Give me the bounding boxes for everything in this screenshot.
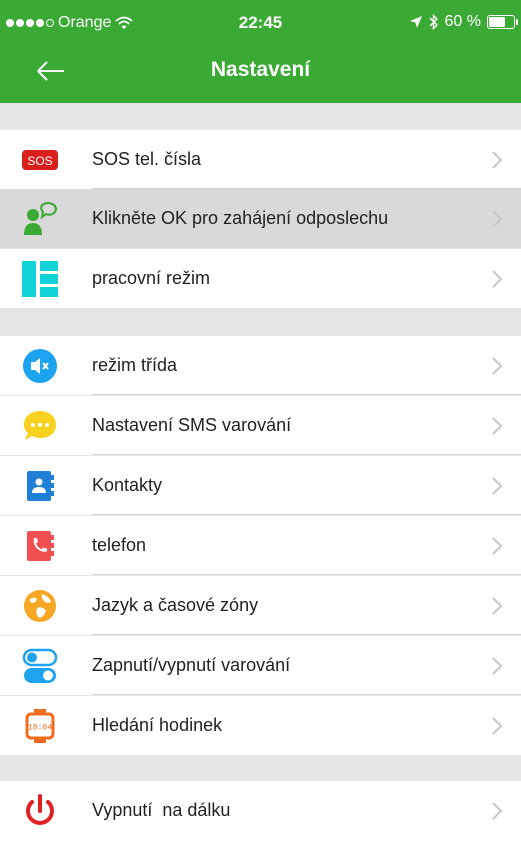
settings-item-phone[interactable]: telefon	[0, 516, 521, 575]
chevron-right-icon	[492, 151, 503, 169]
item-label: Hledání hodinek	[92, 715, 223, 735]
bluetooth-icon	[429, 14, 438, 30]
settings-item-language-timezone[interactable]: Jazyk a časové zóny	[0, 576, 521, 635]
phone-book-icon	[27, 531, 54, 561]
settings-item-remote-shutdown[interactable]: Vypnutí na dálku	[0, 781, 521, 841]
settings-item-work-mode[interactable]: pracovní režim	[0, 249, 521, 308]
watch-icon: 18:04	[25, 709, 55, 743]
battery-percent: 60 %	[444, 13, 481, 30]
item-label: Klikněte OK pro zahájení odposlechu	[92, 208, 389, 228]
item-label: telefon	[92, 535, 147, 555]
svg-text:18:04: 18:04	[28, 724, 52, 733]
status-bar: Orange 22:45 60 %	[0, 0, 521, 40]
status-right: 60 %	[409, 13, 518, 31]
item-label: Kontakty	[92, 475, 163, 495]
power-icon	[26, 794, 54, 825]
svg-text:SOS: SOS	[27, 154, 52, 168]
item-label: Vypnutí na dálku	[92, 800, 231, 820]
work-mode-icon	[22, 261, 58, 297]
settings-item-sos-numbers[interactable]: SOS SOS tel. čísla	[0, 130, 521, 189]
location-arrow-icon	[409, 16, 422, 28]
chevron-right-icon	[492, 357, 503, 375]
listen-person-icon	[24, 202, 57, 235]
item-label: pracovní režim	[92, 268, 211, 288]
toggle-switch-icon	[22, 648, 58, 683]
battery-icon	[487, 15, 518, 29]
sms-bubble-icon	[24, 411, 56, 440]
chevron-right-icon	[492, 270, 503, 288]
chevron-right-icon	[492, 657, 503, 675]
app-header: Orange 22:45 60 % Nastavení	[0, 0, 521, 103]
chevron-right-icon	[492, 417, 503, 435]
settings-item-class-mode[interactable]: režim třída	[0, 336, 521, 395]
chevron-right-icon	[492, 802, 503, 820]
settings-item-contacts[interactable]: Kontakty	[0, 456, 521, 515]
item-label: SOS tel. čísla	[92, 149, 202, 169]
page-title: Nastavení	[210, 58, 311, 81]
item-label: Nastavení SMS varování	[92, 415, 292, 435]
item-label: Jazyk a časové zóny	[92, 595, 259, 615]
item-label: Zapnutí/vypnutí varování	[92, 655, 291, 675]
globe-icon	[24, 590, 56, 622]
chevron-right-icon	[492, 210, 503, 228]
settings-item-remote-listen[interactable]: Klikněte OK pro zahájení odposlechu	[0, 189, 521, 248]
settings-item-alert-toggle[interactable]: Zapnutí/vypnutí varování	[0, 636, 521, 695]
contacts-book-icon	[27, 471, 54, 501]
item-label: režim třída	[92, 355, 178, 375]
settings-item-find-watch[interactable]: 18:04 Hledání hodinek	[0, 696, 521, 755]
chevron-right-icon	[492, 537, 503, 555]
mute-speaker-icon	[23, 349, 57, 383]
chevron-right-icon	[492, 717, 503, 735]
sos-badge-icon: SOS	[22, 150, 58, 170]
chevron-right-icon	[492, 477, 503, 495]
settings-item-sms-alerts[interactable]: Nastavení SMS varování	[0, 396, 521, 455]
chevron-right-icon	[492, 597, 503, 615]
